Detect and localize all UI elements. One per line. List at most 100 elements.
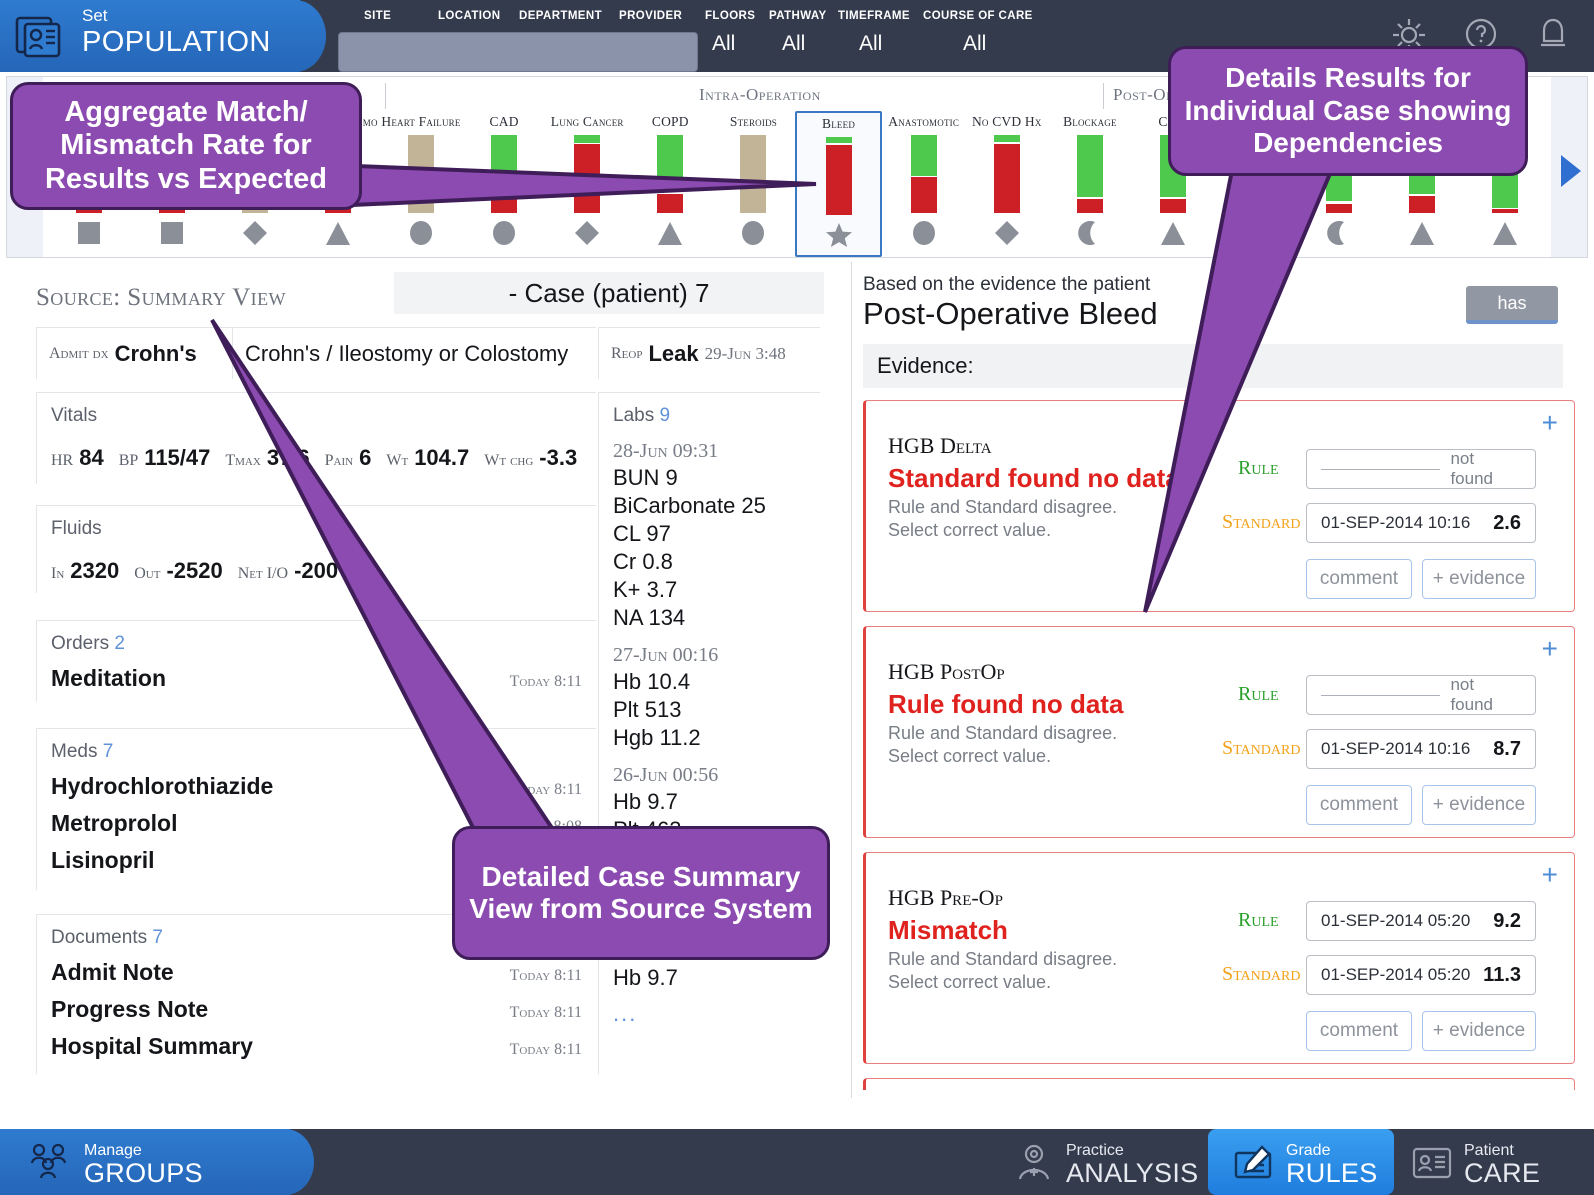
timeline-column-copd[interactable]: COPD [629,111,712,257]
order-row[interactable]: Meditation Today 8:11 [37,665,596,692]
evidence-detail-line-1: Rule and Standard disagree. [888,723,1118,743]
bar-segment-mismatch [825,144,852,215]
diamond-marker-icon [242,220,268,251]
fluid-net-i-o: Net I/O -200 [238,558,338,584]
diamond-marker-icon [574,220,600,251]
notification-bell-icon[interactable] [1530,12,1576,58]
timeline-column-steroids[interactable]: Steroids [712,111,795,257]
timeline-column-blockage[interactable]: Blockage [1048,111,1131,257]
evidence-subtitle: Based on the evidence the patient [863,274,1151,295]
grade-rules-label: Grade RULES [1286,1142,1378,1188]
item-name: Progress Note [51,996,209,1022]
bar-segment-mismatch [1243,209,1270,213]
reop-label: Reop [611,344,643,362]
filter-value-course-of-care[interactable]: All [963,32,986,56]
evidence-status: Standard found no data [888,463,1180,493]
item-time: Today 8:11 [509,781,582,798]
timeline-column-label: Anastomotic [888,114,960,129]
arrow-right-icon[interactable] [1561,155,1581,187]
timeline-column-anastomotic[interactable]: Anastomotic [882,111,965,257]
comment-button[interactable]: comment [1306,785,1412,825]
has-toggle-button[interactable]: has [1466,286,1558,324]
add-evidence-button[interactable]: + evidence [1422,559,1536,599]
rule-field[interactable]: not found [1306,675,1536,715]
pencil-form-icon [1232,1141,1276,1188]
document-row[interactable]: Hospital Summary Today 8:11 [37,1033,596,1060]
callout-case-summary: Detailed Case Summary View from Source S… [452,826,830,960]
fluids-title: Fluids [51,518,102,539]
filter-value-floors[interactable]: All [712,32,735,56]
phase-label-intra-operation: Intra-Operation [699,85,821,104]
orders-list: Meditation Today 8:11 [37,665,596,692]
square-marker-icon [159,220,185,251]
metric-value: -3.3 [539,445,578,470]
procedure-cell[interactable]: Crohn's / Ileostomy or Colostomy [232,328,596,379]
labs-count: 9 [659,405,671,426]
practice-analysis-nav[interactable]: Practice ANALYSIS [1012,1141,1198,1188]
case-selector[interactable]: - Case (patient) 7 [394,272,824,314]
admit-dx-cell[interactable]: Admit dx Crohn's [36,328,232,379]
timeline-column-cad[interactable]: CAD [463,111,546,257]
comment-button[interactable]: comment [1306,1011,1412,1051]
timeline-column-lung-cancer[interactable]: Lung Cancer [546,111,629,257]
set-population-button[interactable]: Set POPULATION [0,0,326,72]
patient-card-icon [1410,1141,1454,1188]
item-name: Admit Note [51,959,174,985]
timeline-bar [407,135,434,213]
manage-groups-label: Manage GROUPS [84,1142,203,1188]
vital-pain: Pain 6 [325,445,372,471]
vitals-card: Vitals HR 84 BP 115/47 Tmax 37.6 Pain 6 Wt 104.7 W… [36,392,596,484]
standard-field[interactable]: 01-SEP-2014 05:20 11.3 [1306,955,1536,995]
brand-small: Set [82,6,108,25]
standard-field[interactable]: 01-SEP-2014 10:16 2.6 [1306,503,1536,543]
evidence-status: Mismatch [888,915,1008,945]
rule-datetime: 01-SEP-2014 05:20 [1321,911,1471,930]
add-row-plus-icon[interactable]: + [1542,861,1558,889]
add-row-plus-icon[interactable]: + [1542,635,1558,663]
rule-field[interactable]: not found [1306,449,1536,489]
standard-value: 8.7 [1493,737,1521,760]
timeline-column-label: Lung Cancer [550,114,624,129]
lab-value: Hgb 11.2 [613,725,701,750]
filter-value-timeframe[interactable]: All [859,32,882,56]
triangle-marker-icon [657,220,683,251]
med-row[interactable]: Hydrochlorothiazide Today 8:11 [37,773,596,800]
add-evidence-button[interactable]: + evidence [1422,1011,1536,1051]
rule-field[interactable]: 01-SEP-2014 05:20 9.2 [1306,901,1536,941]
timeline-column-label: Steroids [729,114,777,129]
timeline-column-no-cvd-hx[interactable]: No CVD Hx [965,111,1048,257]
timeline-column-heart-failure[interactable]: Heart Failure [379,111,462,257]
timeline-column-label: Bleed [822,116,856,131]
evidence-card: + HGB PostOp Rule found no data Rule and St… [863,626,1575,838]
lab-group-date: 27-Jun 00:16 [613,644,719,666]
patient-care-nav[interactable]: Patient CARE [1410,1141,1540,1188]
timeline-bar [491,135,518,213]
circle-marker-icon [408,220,434,251]
bar-segment-mismatch [1076,198,1103,213]
lab-value: CL 97 [613,521,671,546]
item-time: Today 8:11 [509,967,582,984]
comment-button[interactable]: comment [1306,559,1412,599]
standard-value: 2.6 [1493,511,1521,534]
fluid-out: Out -2520 [134,558,223,584]
bar-segment-mismatch [1159,198,1186,213]
evidence-card-list: + HGB Delta Standard found no data Rule and… [863,400,1575,1090]
standard-datetime: 01-SEP-2014 10:16 [1321,739,1471,758]
standard-field[interactable]: 01-SEP-2014 10:16 8.7 [1306,729,1536,769]
timeline-column-bleed[interactable]: Bleed [794,111,883,257]
orders-count: 2 [114,633,125,654]
add-evidence-button[interactable]: + evidence [1422,785,1536,825]
filter-label-provider: PROVIDER [619,10,683,22]
labs-more[interactable]: ... [613,1001,820,1027]
brand-label: Set POPULATION [82,6,271,58]
document-row[interactable]: Admit Note Today 8:11 [37,959,596,986]
manage-groups-button[interactable]: Manage GROUPS [0,1129,314,1195]
reop-cell[interactable]: Reop Leak 29-Jun 3:48 [598,327,820,379]
site-filter-input[interactable] [338,32,698,72]
document-row[interactable]: Progress Note Today 8:11 [37,996,596,1023]
filter-label-timeframe: TIMEFRAME [838,10,910,22]
lab-value: Cr 0.8 [613,549,673,574]
add-row-plus-icon[interactable]: + [1542,409,1558,437]
filter-value-pathway[interactable]: All [782,32,805,56]
grade-rules-nav[interactable]: Grade RULES [1232,1141,1378,1188]
